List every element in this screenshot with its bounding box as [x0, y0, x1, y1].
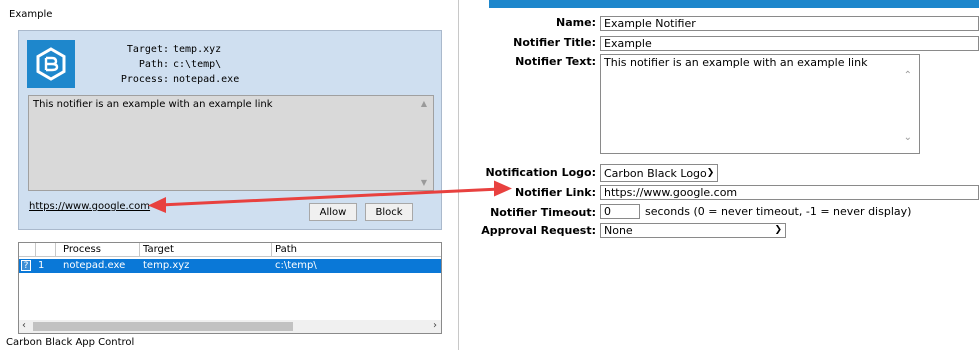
notification-logo-select[interactable]: Carbon Black Logo ❯: [600, 164, 718, 182]
carbon-black-logo-icon: [27, 40, 75, 88]
notification-logo-value: Carbon Black Logo: [604, 166, 707, 180]
allow-button[interactable]: Allow: [309, 203, 357, 221]
header-bar: [489, 0, 979, 8]
column-header-path[interactable]: Path: [275, 244, 297, 255]
timeout-hint: seconds (0 = never timeout, -1 = never d…: [645, 205, 912, 218]
chevron-left-icon[interactable]: ‹: [22, 320, 26, 331]
chevron-right-icon[interactable]: ›: [433, 320, 437, 331]
horizontal-scrollbar[interactable]: ‹ ›: [19, 320, 441, 333]
notifier-title-label: Notifier Title:: [513, 36, 596, 49]
events-table: Process Target Path ? 1 notepad.exe temp…: [18, 242, 442, 334]
notifier-window: Example Target: temp.xyz Path: c:\temp\ Pr…: [0, 0, 459, 350]
chevron-down-icon: ❯: [706, 167, 715, 178]
notifier-link-input[interactable]: https://www.google.com: [600, 185, 979, 200]
notifier-title-input[interactable]: Example: [600, 36, 979, 51]
notifier-text-label: Notifier Text:: [515, 55, 596, 68]
approval-request-select[interactable]: None ❯: [600, 223, 786, 238]
scroll-down-icon[interactable]: ▼: [421, 178, 427, 187]
notifier-panel: Target: temp.xyz Path: c:\temp\ Process: no…: [18, 30, 442, 230]
chevron-down-icon: ❯: [774, 225, 782, 235]
info-process: Process: notepad.exe: [120, 74, 240, 85]
notification-logo-label: Notification Logo:: [485, 166, 596, 179]
name-label: Name:: [556, 16, 596, 29]
notifier-link-label: Notifier Link:: [515, 186, 596, 199]
row-target: temp.xyz: [143, 260, 190, 271]
window-title: Example: [9, 9, 53, 20]
app-name: Carbon Black App Control: [6, 337, 135, 348]
info-path: Path: c:\temp\: [138, 59, 222, 70]
scroll-up-icon[interactable]: ⌃: [904, 69, 912, 82]
info-target: Target: temp.xyz: [126, 44, 222, 55]
notifier-link[interactable]: https://www.google.com: [29, 201, 150, 212]
column-header-target[interactable]: Target: [143, 244, 174, 255]
scrollbar-thumb[interactable]: [33, 322, 293, 331]
name-input[interactable]: Example Notifier: [600, 16, 979, 31]
block-button[interactable]: Block: [365, 203, 413, 221]
row-path: c:\temp\: [275, 260, 317, 271]
notifier-text-input[interactable]: This notifier is an example with an exam…: [600, 54, 920, 154]
approval-request-label: Approval Request:: [481, 224, 596, 237]
scroll-down-icon[interactable]: ⌄: [904, 131, 912, 144]
question-icon: ?: [21, 260, 31, 271]
table-header: Process Target Path: [19, 243, 441, 257]
notifier-timeout-input[interactable]: 0: [600, 204, 640, 219]
notifier-text-box[interactable]: This notifier is an example with an exam…: [28, 95, 434, 191]
column-header-process[interactable]: Process: [63, 244, 101, 255]
row-process: notepad.exe: [63, 260, 126, 271]
approval-request-value: None: [604, 224, 633, 237]
notifier-timeout-label: Notifier Timeout:: [490, 206, 596, 219]
table-row[interactable]: ? 1 notepad.exe temp.xyz c:\temp\: [19, 259, 441, 273]
row-number: 1: [38, 260, 45, 271]
scroll-up-icon[interactable]: ▲: [421, 99, 427, 108]
notifier-text-value: This notifier is an example with an exam…: [604, 56, 868, 69]
notifier-text: This notifier is an example with an exam…: [33, 99, 273, 110]
